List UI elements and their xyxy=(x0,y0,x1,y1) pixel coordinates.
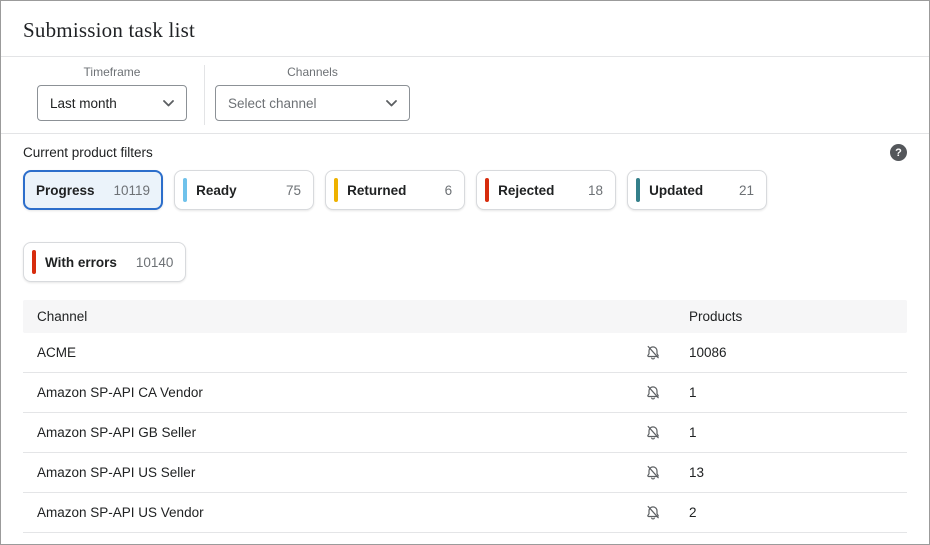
timeframe-group: Timeframe Last month xyxy=(37,65,205,125)
channel-column-header: Channel xyxy=(23,309,645,324)
table-body: ACME 10086 Amazon SP-API CA Vendor 1 Ama… xyxy=(23,333,907,545)
products-count: 1 xyxy=(689,385,907,400)
filter-chip-updated[interactable]: Updated 21 xyxy=(627,170,767,210)
filter-chip-ready[interactable]: Ready 75 xyxy=(174,170,314,210)
chevron-down-icon xyxy=(163,100,174,107)
channel-name: Amazon SP-API CA Vendor xyxy=(23,385,645,400)
table-row[interactable]: Amazon SP-API US Seller 13 xyxy=(23,453,907,493)
chip-label: Updated xyxy=(649,183,703,198)
filter-chip-rejected[interactable]: Rejected 18 xyxy=(476,170,616,210)
channel-name: Amazon SP-API US Seller xyxy=(23,465,645,480)
chip-label: With errors xyxy=(45,255,117,270)
channels-table: Channel Products ACME 10086 Amazon SP-AP… xyxy=(23,300,907,545)
notifications-off-icon xyxy=(645,464,661,481)
help-icon[interactable]: ? xyxy=(890,144,907,161)
notifications-off-icon xyxy=(645,504,661,521)
products-count: 1 xyxy=(689,425,907,440)
submission-task-list-page: Submission task list Timeframe Last mont… xyxy=(0,0,930,545)
products-column-header: Products xyxy=(689,309,907,324)
channels-group: Channels Select channel xyxy=(215,65,410,121)
chip-label: Rejected xyxy=(498,183,554,198)
title-bar: Submission task list xyxy=(1,1,929,57)
product-filters-label: Current product filters xyxy=(23,145,153,160)
filter-chips: Progress 10119 Ready 75 Returned 6 Rejec… xyxy=(1,161,929,292)
notifications-off-icon xyxy=(645,424,661,441)
table-header-row: Channel Products xyxy=(23,300,907,333)
chip-count: 10140 xyxy=(126,255,174,270)
page-title: Submission task list xyxy=(23,18,905,43)
chip-count: 18 xyxy=(578,183,603,198)
table-row[interactable]: Amazon SP-API US Vendor 2 xyxy=(23,493,907,533)
top-filter-bar: Timeframe Last month Channels Select cha… xyxy=(1,57,929,134)
notifications-off-icon xyxy=(645,384,661,401)
timeframe-select[interactable]: Last month xyxy=(37,85,187,121)
chip-color-bar xyxy=(183,178,187,202)
chip-count: 21 xyxy=(729,183,754,198)
chip-label: Returned xyxy=(347,183,406,198)
chip-color-bar xyxy=(32,250,36,274)
chip-count: 6 xyxy=(435,183,453,198)
timeframe-value: Last month xyxy=(50,96,117,111)
channel-select[interactable]: Select channel xyxy=(215,85,410,121)
filter-chip-returned[interactable]: Returned 6 xyxy=(325,170,465,210)
timeframe-label: Timeframe xyxy=(84,65,141,79)
chevron-down-icon xyxy=(386,100,397,107)
table-row[interactable]: Amazon SP-API CA Vendor 1 xyxy=(23,373,907,413)
filter-chip-with-errors[interactable]: With errors 10140 xyxy=(23,242,186,282)
channels-label: Channels xyxy=(287,65,338,79)
channel-placeholder: Select channel xyxy=(228,96,317,111)
product-filters-header: Current product filters ? xyxy=(1,134,929,161)
chip-color-bar xyxy=(485,178,489,202)
products-count: 13 xyxy=(689,465,907,480)
products-count: 2 xyxy=(689,505,907,520)
table-row[interactable]: ACME 10086 xyxy=(23,333,907,373)
table-row[interactable]: Amazon SP-API GB Seller 1 xyxy=(23,413,907,453)
notifications-off-icon xyxy=(645,344,661,361)
channel-name: Amazon SP-API US Vendor xyxy=(23,505,645,520)
chip-count: 75 xyxy=(276,183,301,198)
chip-color-bar xyxy=(334,178,338,202)
chip-count: 10119 xyxy=(104,183,151,198)
filter-chip-progress[interactable]: Progress 10119 xyxy=(23,170,163,210)
chip-color-bar xyxy=(636,178,640,202)
channel-name: ACME xyxy=(23,345,645,360)
products-count: 10086 xyxy=(689,345,907,360)
channel-name: Amazon SP-API GB Seller xyxy=(23,425,645,440)
chip-label: Progress xyxy=(36,183,95,198)
chip-label: Ready xyxy=(196,183,237,198)
table-row[interactable]: Shopify 4 xyxy=(23,533,907,545)
